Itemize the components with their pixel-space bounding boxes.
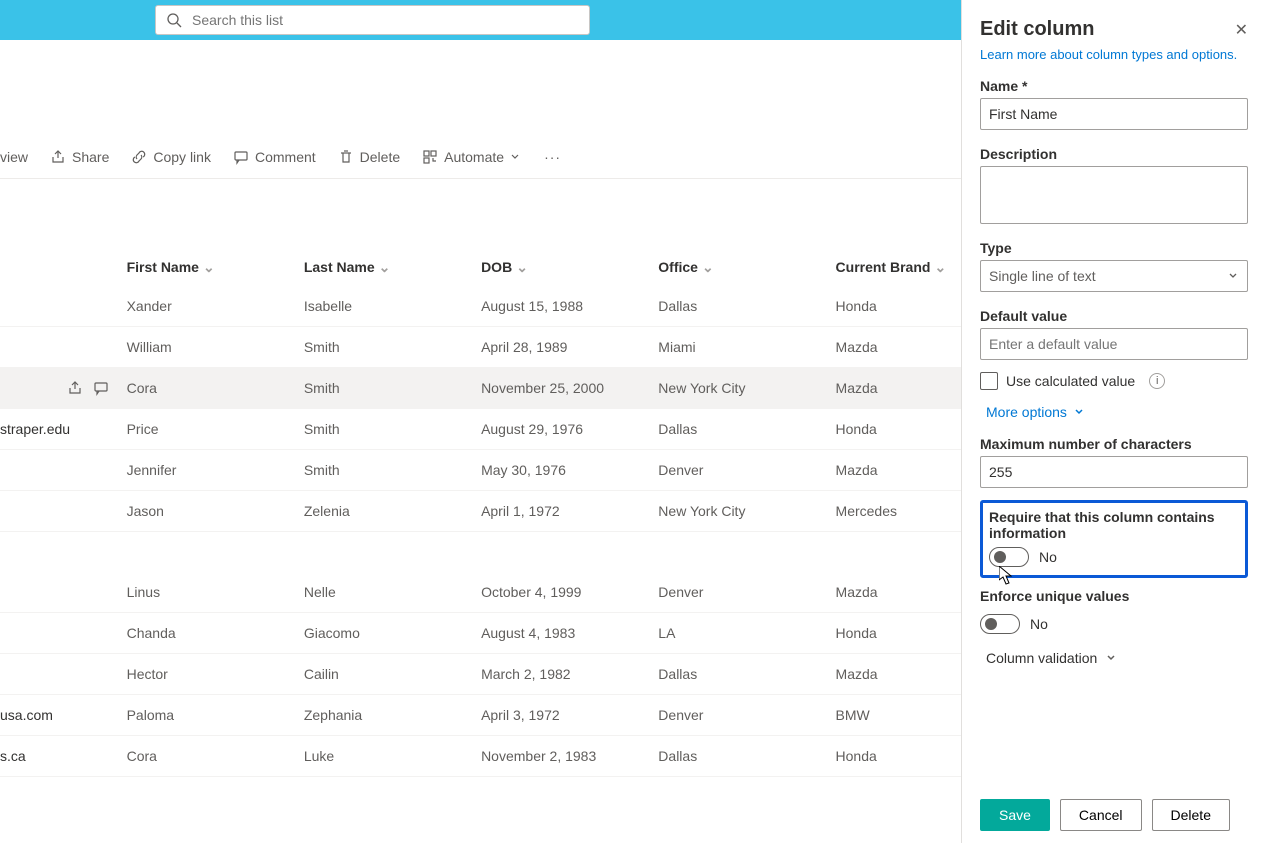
cell: Dallas [658, 653, 835, 694]
cell: Zelenia [304, 491, 481, 532]
learn-more-link[interactable]: Learn more about column types and option… [980, 47, 1248, 62]
cell: April 28, 1989 [481, 327, 658, 368]
search-icon [166, 12, 182, 28]
cell: Zephania [304, 694, 481, 735]
cell: Price [127, 409, 304, 450]
cell: Xander [127, 286, 304, 327]
default-value-label: Default value [980, 308, 1248, 324]
cell: Miami [658, 327, 835, 368]
column-header-office[interactable]: Office⌄ [658, 249, 835, 286]
cell: Paloma [127, 694, 304, 735]
cell: Giacomo [304, 612, 481, 653]
cell: November 25, 2000 [481, 368, 658, 409]
cell: Luke [304, 735, 481, 776]
share-icon [50, 149, 66, 165]
max-chars-input[interactable] [980, 456, 1248, 488]
cell: Hector [127, 653, 304, 694]
cell: March 2, 1982 [481, 653, 658, 694]
delete-button[interactable]: Delete [330, 143, 408, 171]
type-label: Type [980, 240, 1248, 256]
share-icon[interactable] [67, 380, 83, 396]
search-input[interactable] [192, 12, 579, 28]
enforce-unique-label: Enforce unique values [980, 588, 1248, 604]
cell: Jennifer [127, 450, 304, 491]
cell: May 30, 1976 [481, 450, 658, 491]
save-button[interactable]: Save [980, 799, 1050, 831]
type-select[interactable]: Single line of text [980, 260, 1248, 292]
description-input[interactable] [980, 166, 1248, 224]
search-box[interactable] [155, 5, 590, 35]
close-icon[interactable]: ✕ [1235, 20, 1248, 40]
cell: October 4, 1999 [481, 572, 658, 613]
cell: LA [658, 612, 835, 653]
require-label: Require that this column contains inform… [989, 509, 1237, 541]
cell: April 1, 1972 [481, 491, 658, 532]
cell: Smith [304, 368, 481, 409]
panel-title: Edit column [980, 18, 1094, 41]
cell: Smith [304, 450, 481, 491]
chevron-down-icon [1105, 652, 1117, 664]
cell: Smith [304, 327, 481, 368]
require-info-section: Require that this column contains inform… [980, 500, 1248, 578]
comment-button[interactable]: Comment [225, 143, 324, 171]
more-commands-button[interactable]: ··· [534, 149, 571, 165]
column-header-dob[interactable]: DOB⌄ [481, 249, 658, 286]
name-label: Name * [980, 78, 1248, 94]
automate-button[interactable]: Automate [414, 143, 528, 171]
cell: August 4, 1983 [481, 612, 658, 653]
chevron-down-icon [510, 152, 520, 162]
trash-icon [338, 149, 354, 165]
column-header-first-name[interactable]: First Name⌄ [127, 249, 304, 286]
cell: Smith [304, 409, 481, 450]
column-validation-toggle[interactable]: Column validation [980, 650, 1248, 666]
cell: Cora [127, 368, 304, 409]
automate-icon [422, 149, 438, 165]
description-label: Description [980, 146, 1248, 162]
default-value-input[interactable] [980, 328, 1248, 360]
name-input[interactable] [980, 98, 1248, 130]
cell: Jason [127, 491, 304, 532]
view-item[interactable]: view [0, 143, 36, 171]
cell: Nelle [304, 572, 481, 613]
cell: New York City [658, 491, 835, 532]
cell: April 3, 1972 [481, 694, 658, 735]
chevron-down-icon [1073, 406, 1085, 418]
require-toggle-value: No [1039, 549, 1057, 565]
cell: Dallas [658, 286, 835, 327]
comment-icon [233, 149, 249, 165]
cell: Linus [127, 572, 304, 613]
more-options-toggle[interactable]: More options [980, 404, 1248, 420]
cell: New York City [658, 368, 835, 409]
cell: Isabelle [304, 286, 481, 327]
copy-link-button[interactable]: Copy link [123, 143, 219, 171]
cell: Chanda [127, 612, 304, 653]
cell: William [127, 327, 304, 368]
cell: Cailin [304, 653, 481, 694]
use-calculated-label: Use calculated value [1006, 373, 1135, 389]
max-chars-label: Maximum number of characters [980, 436, 1248, 452]
cell: August 29, 1976 [481, 409, 658, 450]
info-icon[interactable]: i [1149, 373, 1165, 389]
use-calculated-checkbox[interactable] [980, 372, 998, 390]
cell: November 2, 1983 [481, 735, 658, 776]
cell: Denver [658, 450, 835, 491]
require-toggle[interactable] [989, 547, 1029, 567]
cancel-button[interactable]: Cancel [1060, 799, 1142, 831]
enforce-toggle-value: No [1030, 616, 1048, 632]
column-header-last-name[interactable]: Last Name⌄ [304, 249, 481, 286]
cell: August 15, 1988 [481, 286, 658, 327]
cell: Denver [658, 694, 835, 735]
cell: Dallas [658, 735, 835, 776]
link-icon [131, 149, 147, 165]
enforce-unique-toggle[interactable] [980, 614, 1020, 634]
cell: Dallas [658, 409, 835, 450]
chevron-down-icon [1227, 270, 1239, 282]
cell: Cora [127, 735, 304, 776]
comment-icon[interactable] [93, 380, 109, 396]
panel-delete-button[interactable]: Delete [1152, 799, 1230, 831]
edit-column-panel: Edit column ✕ Learn more about column ty… [961, 0, 1266, 843]
share-button[interactable]: Share [42, 143, 117, 171]
cell: Denver [658, 572, 835, 613]
